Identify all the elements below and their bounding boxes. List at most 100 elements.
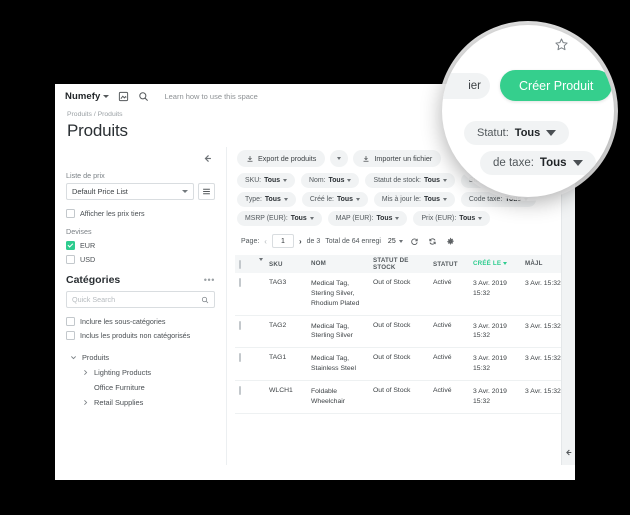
price-list-options-button[interactable] [198, 183, 215, 200]
category-search-input[interactable]: Quick Search [72, 295, 115, 304]
magnifier-content: ier Créer Produit Statut: Tous de taxe: … [442, 25, 614, 197]
currency-checkbox-eur[interactable] [66, 241, 75, 250]
pagination-total-pages: de 3 [306, 237, 321, 245]
row-select-cell[interactable] [239, 278, 259, 287]
import-file-button[interactable]: Importer un fichier [353, 150, 442, 167]
price-list-select[interactable]: Default Price List [66, 183, 194, 200]
tree-node-office-furniture[interactable]: Office Furniture [66, 380, 215, 395]
filter-label: Mis à jour le: [381, 196, 421, 203]
magnified-filter-code-taxe[interactable]: de taxe: Tous [480, 151, 596, 175]
magnified-filter-statut[interactable]: Statut: Tous [464, 121, 570, 145]
column-header-majl[interactable]: MÀJL [525, 260, 561, 269]
row-select-cell[interactable] [239, 353, 259, 363]
tree-node-retail-supplies[interactable]: Retail Supplies [66, 395, 215, 410]
chevron-down-icon [524, 198, 529, 201]
cell-sku: TAG2 [269, 321, 287, 329]
row-checkbox[interactable] [239, 320, 241, 330]
filter-value: Tous [423, 177, 440, 184]
filter-nom[interactable]: Nom: Tous [301, 173, 360, 188]
cell-stock: Out of Stock [373, 386, 411, 394]
column-header-nom[interactable]: NOM [311, 260, 373, 269]
currency-row-usd[interactable]: USD [66, 255, 215, 264]
export-products-button[interactable]: Export de produits [237, 150, 326, 167]
more-options-icon[interactable]: ••• [204, 275, 215, 285]
export-dropdown-button[interactable] [330, 150, 349, 167]
cell-nom: Medical Tag, Sterling Silver, Rhodium Pl… [311, 280, 360, 307]
create-product-button[interactable]: Créer Produit [500, 70, 613, 101]
column-header-statut-de-stock[interactable]: STATUT DE STOCK [373, 257, 433, 271]
pagination-page-label: Page: [241, 237, 260, 245]
pagination-page-input[interactable]: 1 [271, 234, 294, 248]
sync-icon[interactable] [426, 235, 439, 248]
collapse-arrow-left-icon[interactable] [564, 448, 573, 457]
column-header-statut[interactable]: STATUT [433, 261, 473, 268]
currency-row-eur[interactable]: EUR [66, 241, 215, 250]
table-row[interactable]: TAG3 Medical Tag, Sterling Silver, Rhodi… [235, 273, 575, 316]
row-checkbox[interactable] [239, 385, 241, 395]
filter-value: Tous [514, 127, 541, 139]
tree-node-lighting-products[interactable]: Lighting Products [66, 365, 215, 380]
import-label: Importer un fichier [374, 154, 433, 163]
chevron-down-icon [182, 190, 188, 193]
row-select-cell[interactable] [239, 385, 259, 395]
star-outline-icon[interactable] [554, 37, 569, 52]
select-all-cell[interactable] [239, 259, 259, 269]
include-uncategorized-row[interactable]: Inclus les produits non catégorisés [66, 331, 215, 340]
gear-icon[interactable] [444, 235, 457, 248]
price-list-label: Liste de prix [66, 171, 105, 180]
include-uncategorized-label: Inclus les produits non catégorisés [80, 331, 191, 340]
price-list-value: Default Price List [72, 187, 128, 196]
column-header-sku[interactable]: SKU [269, 261, 311, 268]
filter-sku[interactable]: SKU: Tous [237, 173, 296, 188]
learn-link[interactable]: Learn how to use this space [164, 92, 257, 101]
header-bulk-actions-caret[interactable] [259, 257, 269, 268]
collapse-panel-arrow-left-icon[interactable] [202, 153, 213, 164]
row-select-cell[interactable] [239, 320, 259, 330]
filter-value: Tous [539, 157, 567, 169]
filter-map-eur[interactable]: MAP (EUR): Tous [327, 211, 408, 226]
include-subcategories-row[interactable]: Inclure les sous-catégories [66, 317, 215, 326]
category-search-box[interactable]: Quick Search [66, 291, 215, 308]
chevron-right-icon[interactable] [82, 399, 89, 406]
category-tree: Produits Lighting Products Office Furnit… [66, 350, 215, 410]
show-tier-prices-label: Afficher les prix tiers [80, 209, 145, 218]
pagination-per-page-select[interactable]: 25 [388, 238, 403, 245]
select-all-checkbox[interactable] [239, 259, 241, 269]
cell-stock: Out of Stock [373, 279, 411, 286]
chevron-down-icon [283, 179, 288, 182]
table-row[interactable]: WLCH1 Foldable Wheelchair Out of Stock A… [235, 381, 575, 414]
tree-node-produits[interactable]: Produits [66, 350, 215, 365]
filter-msrp-eur[interactable]: MSRP (EUR): Tous [237, 211, 322, 226]
currency-checkbox-usd[interactable] [66, 255, 75, 264]
per-page-value: 25 [387, 237, 396, 245]
search-icon [201, 296, 209, 303]
row-checkbox[interactable] [239, 353, 241, 363]
filter-label: MSRP (EUR): [245, 215, 288, 222]
bookmark-icon[interactable] [118, 91, 129, 102]
magnified-import-button-partial[interactable]: ier [442, 73, 490, 99]
download-icon [247, 155, 253, 162]
filter-prix-eur[interactable]: Prix (EUR): Tous [413, 211, 491, 226]
pagination-prev-button[interactable]: ‹ [264, 237, 267, 246]
include-subcategories-checkbox[interactable] [66, 317, 75, 326]
tree-label: Produits [82, 353, 110, 362]
chevron-down-icon[interactable] [70, 354, 77, 361]
filter-type[interactable]: Type: Tous [237, 192, 296, 207]
column-header-cree-le[interactable]: CRÉÉ LE [473, 260, 525, 269]
refresh-icon[interactable] [408, 235, 421, 248]
filter-label: Nom: [309, 177, 326, 184]
show-tier-prices-checkbox[interactable] [66, 209, 75, 218]
show-tier-prices-row[interactable]: Afficher les prix tiers [66, 209, 215, 218]
table-row[interactable]: TAG1 Medical Tag, Stainless Steel Out of… [235, 348, 575, 381]
search-icon[interactable] [138, 91, 149, 102]
pagination-bar: Page: ‹ 1 › de 3 Total de 64 enregi 25 [235, 226, 575, 255]
row-checkbox[interactable] [239, 278, 241, 287]
table-row[interactable]: TAG2 Medical Tag, Sterling Silver Out of… [235, 316, 575, 349]
brand-menu[interactable]: Numefy [65, 91, 110, 102]
chevron-down-icon [283, 198, 288, 201]
include-uncategorized-checkbox[interactable] [66, 331, 75, 340]
chevron-right-icon[interactable] [82, 369, 89, 376]
pagination-next-button[interactable]: › [299, 237, 302, 246]
filter-cree-le[interactable]: Créé le: Tous [301, 192, 368, 207]
price-list-row: Default Price List [66, 183, 215, 200]
